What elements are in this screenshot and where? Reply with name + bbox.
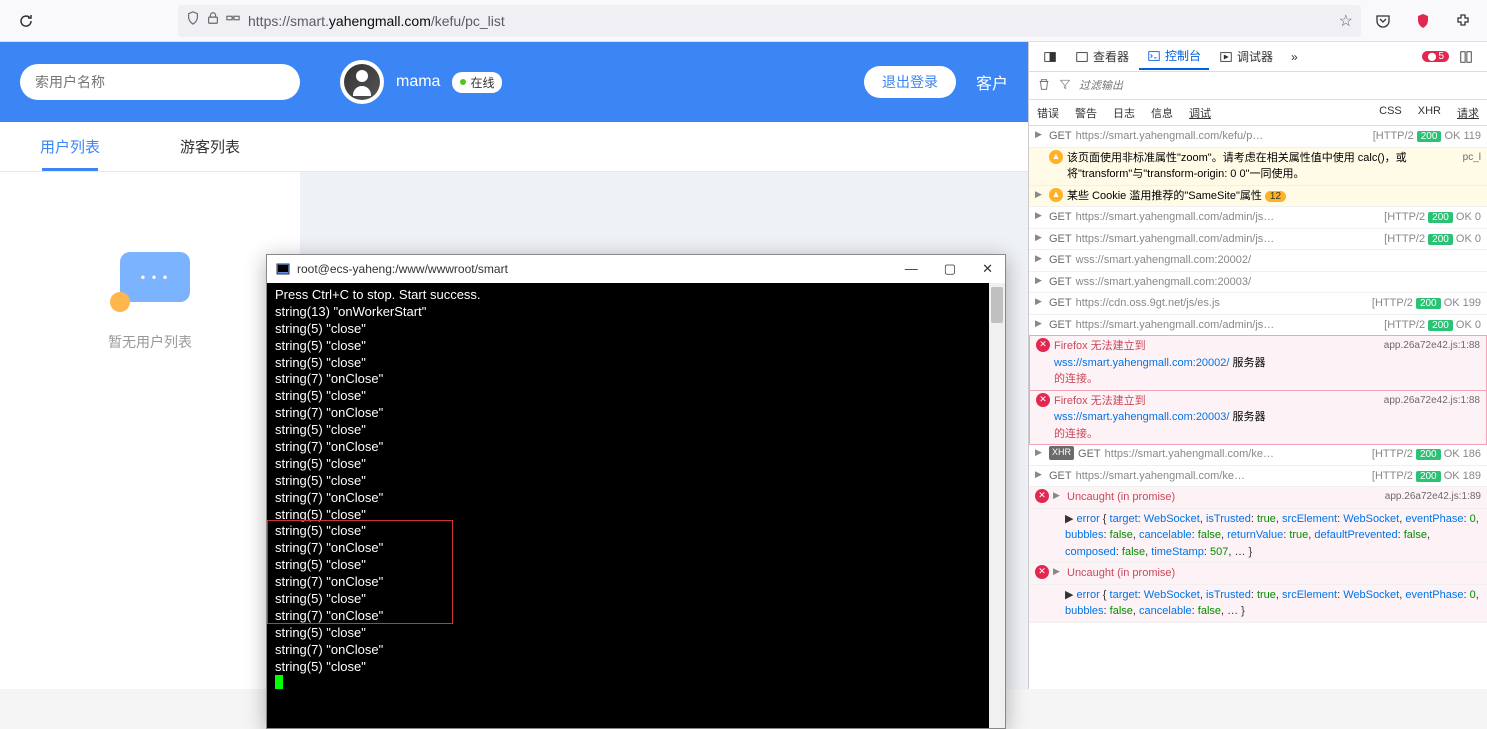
tabs: 用户列表 游客列表 — [0, 122, 1028, 172]
tab-debugger[interactable]: 调试器 — [1211, 44, 1281, 69]
pocket-icon[interactable] — [1369, 7, 1397, 35]
console-filter-input[interactable] — [1079, 80, 1479, 92]
console-log[interactable]: ▶GEThttps://smart.yahengmall.com/kefu/p…… — [1029, 126, 1487, 689]
devtools-tabs: 查看器 控制台 调试器 » 5 — [1029, 42, 1487, 72]
status-badge[interactable]: 在线 — [452, 72, 502, 93]
maximize-button[interactable]: ▢ — [940, 261, 960, 277]
user-list-panel: 暂无用户列表 — [0, 172, 300, 689]
log-row[interactable]: ▶GETwss://smart.yahengmall.com:20003/ — [1029, 272, 1487, 294]
log-row[interactable]: ▶GEThttps://smart.yahengmall.com/ke…[HTT… — [1029, 466, 1487, 488]
error-count-badge[interactable]: 5 — [1422, 51, 1449, 62]
username: mama — [396, 73, 440, 91]
log-row[interactable]: ✕Firefox 无法建立到wss://smart.yahengmall.com… — [1029, 335, 1487, 391]
console-toolbar — [1029, 72, 1487, 100]
bookmark-star-icon[interactable]: ☆ — [1339, 11, 1353, 31]
putty-icon — [275, 261, 291, 277]
url-text: https://smart.yahengmall.com/kefu/pc_lis… — [248, 13, 1331, 29]
log-row[interactable]: ▶▲某些 Cookie 滥用推荐的"SameSite"属性 12 — [1029, 186, 1487, 208]
filter-css[interactable]: CSS — [1371, 105, 1410, 121]
clear-console-button[interactable] — [1037, 77, 1051, 94]
empty-illustration — [110, 252, 190, 312]
log-row[interactable]: ▶XHRGEThttps://smart.yahengmall.com/ke…[… — [1029, 444, 1487, 466]
minimize-button[interactable]: — — [901, 261, 922, 277]
log-row[interactable]: ▶GEThttps://cdn.oss.9gt.net/js/es.js[HTT… — [1029, 293, 1487, 315]
empty-text: 暂无用户列表 — [108, 332, 192, 352]
filter-logs[interactable]: 日志 — [1105, 105, 1143, 121]
filter-funnel-icon — [1059, 78, 1071, 93]
log-row[interactable]: ▶ error { target: WebSocket, isTrusted: … — [1029, 585, 1487, 623]
app-header: mama 在线 退出登录 客户 — [0, 42, 1028, 122]
log-row[interactable]: ▶ error { target: WebSocket, isTrusted: … — [1029, 509, 1487, 564]
filter-errors[interactable]: 错误 — [1029, 105, 1067, 121]
log-row[interactable]: ✕Firefox 无法建立到wss://smart.yahengmall.com… — [1029, 390, 1487, 446]
devtools-dock-button[interactable] — [1035, 46, 1065, 68]
terminal-title-text: root@ecs-yaheng:/www/wwwroot/smart — [297, 262, 508, 276]
tab-console[interactable]: 控制台 — [1139, 43, 1209, 70]
logout-button[interactable]: 退出登录 — [864, 66, 956, 98]
log-row[interactable]: ▶GEThttps://smart.yahengmall.com/kefu/p…… — [1029, 126, 1487, 148]
app-content: mama 在线 退出登录 客户 用户列表 游客列表 暂无用户列表 root@ec… — [0, 42, 1028, 689]
browser-toolbar: https://smart.yahengmall.com/kefu/pc_lis… — [0, 0, 1487, 42]
user-info: mama 在线 — [340, 60, 502, 104]
console-filters: 错误 警告 日志 信息 调试 CSS XHR 请求 — [1029, 100, 1487, 126]
avatar[interactable] — [340, 60, 384, 104]
log-row[interactable]: ▶GEThttps://smart.yahengmall.com/admin/j… — [1029, 229, 1487, 251]
tab-inspector[interactable]: 查看器 — [1067, 44, 1137, 69]
filter-info[interactable]: 信息 — [1143, 105, 1181, 121]
log-row[interactable]: ▶GEThttps://smart.yahengmall.com/admin/j… — [1029, 315, 1487, 337]
shield-icon — [186, 11, 200, 30]
search-input[interactable] — [20, 64, 300, 100]
log-row[interactable]: ▶GEThttps://smart.yahengmall.com/admin/j… — [1029, 207, 1487, 229]
devtools-panel-toggle[interactable] — [1451, 46, 1481, 68]
log-row[interactable]: ✕▶Uncaught (in promise) — [1029, 563, 1487, 585]
terminal-titlebar[interactable]: root@ecs-yaheng:/www/wwwroot/smart — ▢ ✕ — [267, 255, 1005, 283]
nav-link-customer[interactable]: 客户 — [976, 70, 1008, 94]
reload-button[interactable] — [10, 5, 42, 37]
tab-overflow[interactable]: » — [1283, 46, 1306, 68]
filter-requests[interactable]: 请求 — [1449, 105, 1487, 121]
log-row[interactable]: ✕▶Uncaught (in promise)app.26a72e42.js:1… — [1029, 487, 1487, 509]
lock-icon — [206, 11, 220, 30]
url-bar[interactable]: https://smart.yahengmall.com/kefu/pc_lis… — [178, 5, 1361, 37]
devtools-panel: 查看器 控制台 调试器 » 5 错误 警告 日志 信息 调试 CSS XHR 请… — [1028, 42, 1487, 689]
scrollbar[interactable] — [989, 283, 1005, 728]
filter-warnings[interactable]: 警告 — [1067, 105, 1105, 121]
terminal-window[interactable]: root@ecs-yaheng:/www/wwwroot/smart — ▢ ✕… — [266, 254, 1006, 729]
log-row[interactable]: ▶GETwss://smart.yahengmall.com:20002/ — [1029, 250, 1487, 272]
extensions-icon[interactable] — [1449, 7, 1477, 35]
close-button[interactable]: ✕ — [978, 261, 997, 277]
security-shield-icon[interactable] — [1409, 7, 1437, 35]
log-row[interactable]: ▲该页面使用非标准属性"zoom"。请考虑在相关属性值中使用 calc()，或将… — [1029, 148, 1487, 186]
permissions-icon — [226, 11, 240, 30]
filter-debug[interactable]: 调试 — [1181, 105, 1219, 121]
tab-user-list[interactable]: 用户列表 — [0, 122, 140, 171]
filter-xhr[interactable]: XHR — [1410, 105, 1449, 121]
tab-visitor-list[interactable]: 游客列表 — [140, 122, 280, 171]
terminal-body[interactable]: Press Ctrl+C to stop. Start success.stri… — [267, 283, 1005, 728]
